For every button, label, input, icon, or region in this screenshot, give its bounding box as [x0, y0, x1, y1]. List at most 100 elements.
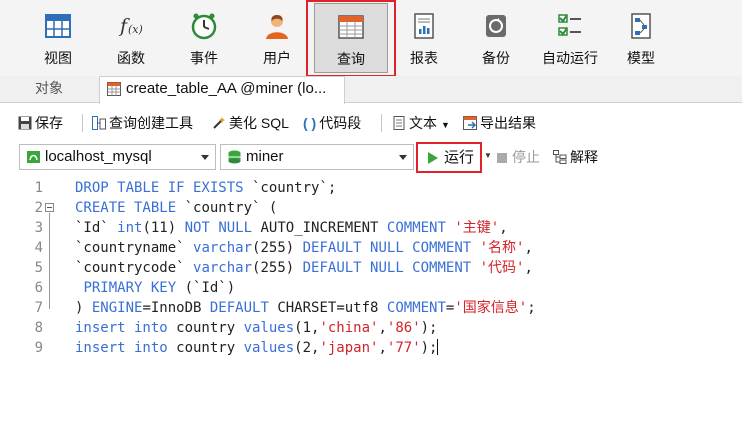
- code-line: insert into country values(1,'china','86…: [75, 318, 536, 338]
- backup-button[interactable]: 备份: [459, 3, 533, 73]
- user-button[interactable]: 用户: [240, 3, 314, 73]
- auto-run-button[interactable]: 自动运行: [532, 3, 608, 73]
- tab-bar: 对象 create_table_AA @miner (lo...: [0, 76, 742, 104]
- sql-text: CHARSET=utf8: [268, 300, 387, 316]
- code-line: PRIMARY KEY (`Id`): [75, 278, 536, 298]
- database-value: miner: [246, 148, 284, 165]
- line-number: 8: [0, 318, 55, 338]
- chevron-down-icon: [201, 155, 209, 160]
- sql-text: `Id`: [75, 220, 118, 236]
- text-button[interactable]: 文本 ▼: [392, 113, 450, 133]
- line-number-text: 4: [34, 240, 43, 256]
- stop-button[interactable]: 停止: [497, 147, 540, 167]
- line-number-text: 8: [34, 320, 43, 336]
- model-label: 模型: [627, 50, 655, 66]
- sql-string: '主键': [454, 220, 500, 236]
- view-label: 视图: [44, 50, 72, 66]
- code-snippet-button[interactable]: ( ) 代码段: [303, 113, 361, 133]
- sql-text: (2,: [294, 340, 320, 356]
- sql-text: (255): [252, 260, 303, 276]
- model-button[interactable]: 模型: [604, 3, 678, 73]
- sql-text: ): [75, 300, 92, 316]
- database-icon: [228, 150, 241, 164]
- report-button[interactable]: 报表: [387, 3, 461, 73]
- checklist-icon: [558, 14, 581, 36]
- event-button[interactable]: 事件: [167, 3, 241, 73]
- line-number-text: 1: [34, 180, 43, 196]
- line-number-text: 9: [34, 340, 43, 356]
- query-tab-icon: [107, 82, 121, 96]
- stop-label: 停止: [512, 149, 540, 165]
- beautify-sql-button[interactable]: 美化 SQL: [212, 113, 289, 133]
- sql-keyword: COMMENT: [386, 220, 446, 236]
- sql-text: AUTO_INCREMENT: [252, 220, 387, 236]
- query-builder-icon: [92, 116, 106, 130]
- fold-toggle-icon[interactable]: [45, 203, 54, 212]
- sql-string: '名称': [479, 240, 525, 256]
- sql-text: ,: [524, 260, 533, 276]
- export-results-label: 导出结果: [480, 115, 536, 131]
- editor-toolbar: 保存 查询创建工具 美化 SQL ( ) 代码段 文本 ▼ 导出结果: [0, 109, 742, 137]
- sql-keyword: values: [243, 340, 295, 356]
- sql-text: (`Id`): [176, 280, 236, 296]
- function-label: 函数: [117, 50, 145, 66]
- line-number: 7: [0, 298, 55, 318]
- sql-keyword: ENGINE: [91, 300, 143, 316]
- sql-text: );: [420, 340, 438, 356]
- sql-text: `country` (: [176, 200, 278, 216]
- line-number-gutter: 1 2 3 4 5 6 7 8 9: [0, 176, 58, 427]
- save-icon: [18, 116, 32, 130]
- code-area[interactable]: DROP TABLE IF EXISTS `country`; CREATE TA…: [75, 178, 536, 358]
- line-number: 4: [0, 238, 55, 258]
- chevron-down-icon: [399, 155, 407, 160]
- beautify-icon: [213, 117, 225, 129]
- sql-string: '77': [386, 340, 421, 356]
- beautify-sql-label: 美化 SQL: [229, 115, 289, 131]
- sql-keyword: DROP TABLE IF EXISTS: [75, 180, 244, 196]
- save-label: 保存: [35, 115, 63, 131]
- sql-text: country: [167, 320, 244, 336]
- explain-button[interactable]: 解释: [553, 147, 598, 167]
- explain-label: 解释: [570, 149, 598, 165]
- export-results-button[interactable]: 导出结果: [463, 113, 536, 133]
- sql-text: ;: [527, 300, 536, 316]
- code-line: `countryname` varchar(255) DEFAULT NULL …: [75, 238, 536, 258]
- view-button[interactable]: 视图: [21, 3, 95, 73]
- tab-query-editor[interactable]: create_table_AA @miner (lo...: [99, 76, 345, 104]
- sql-keyword: insert into: [75, 340, 168, 356]
- line-number: 6: [0, 278, 55, 298]
- run-label: 运行: [444, 149, 475, 166]
- query-builder-button[interactable]: 查询创建工具: [92, 113, 193, 133]
- connection-select[interactable]: localhost_mysql: [19, 144, 216, 170]
- code-line: `Id` int(11) NOT NULL AUTO_INCREMENT COM…: [75, 218, 536, 238]
- code-line: insert into country values(2,'japan','77…: [75, 338, 536, 358]
- function-button[interactable]: f (x) 函数: [94, 3, 168, 73]
- tab-objects[interactable]: 对象: [0, 76, 98, 103]
- sql-keyword: CREATE TABLE: [75, 200, 177, 216]
- sql-editor[interactable]: 1 2 3 4 5 6 7 8 9 DROP TABLE IF EXISTS `country`…: [0, 176, 742, 427]
- sql-text: (1,: [294, 320, 320, 336]
- sql-keyword: PRIMARY KEY: [83, 280, 177, 296]
- model-icon: [631, 13, 651, 39]
- sql-text: =InnoDB: [142, 300, 210, 316]
- backup-label: 备份: [482, 50, 510, 66]
- run-options-chevron-icon[interactable]: ▼: [484, 151, 492, 160]
- code-snippet-label: 代码段: [319, 115, 362, 131]
- line-number-text: 2: [34, 200, 43, 216]
- clock-icon: [191, 13, 217, 40]
- connection-toolbar: localhost_mysql miner 运行 ▼ 停止 解释: [0, 142, 742, 173]
- export-icon: [463, 116, 477, 130]
- sql-keyword: NOT NULL: [184, 220, 253, 236]
- database-select[interactable]: miner: [220, 144, 414, 170]
- function-icon: f (x): [118, 15, 143, 37]
- backup-icon: [486, 15, 506, 37]
- sql-string: 'china': [319, 320, 379, 336]
- save-button[interactable]: 保存: [18, 113, 63, 133]
- text-label: 文本: [409, 115, 437, 131]
- query-highlight-box: [306, 0, 396, 77]
- sql-string: '国家信息': [454, 300, 528, 316]
- connection-icon: [27, 151, 40, 163]
- run-button[interactable]: 运行: [416, 142, 482, 173]
- sql-text: `country`;: [243, 180, 337, 196]
- line-number: 5: [0, 258, 55, 278]
